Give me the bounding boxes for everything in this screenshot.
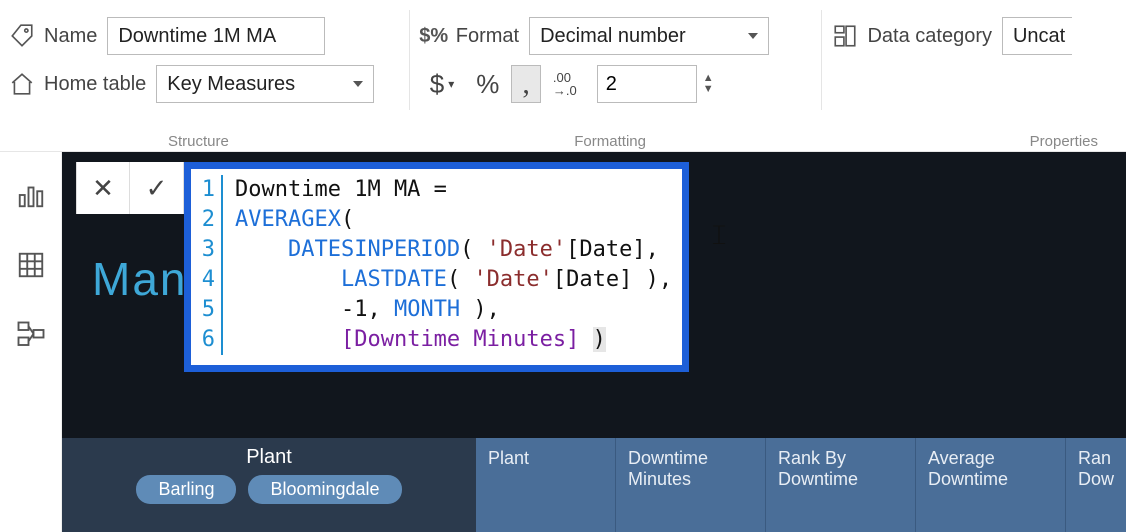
th-downtime-minutes[interactable]: Downtime Minutes — [616, 438, 766, 532]
decimals-down[interactable]: ▼ — [703, 84, 714, 95]
model-view-button[interactable] — [14, 318, 48, 352]
structure-group-label: Structure — [8, 133, 389, 150]
format-label: Format — [456, 25, 519, 48]
data-category-label: Data category — [867, 25, 992, 48]
slicer-title: Plant — [246, 444, 292, 475]
home-table-label: Home table — [44, 73, 146, 96]
thousands-button[interactable]: , — [511, 65, 541, 103]
formatting-group-label: Formatting — [420, 133, 801, 150]
th-rank[interactable]: Rank By Downtime — [766, 438, 916, 532]
table-header-row: Plant Downtime Minutes Rank By Downtime … — [476, 438, 1126, 532]
slicer-option-bloomingdale[interactable]: Bloomingdale — [248, 475, 401, 504]
format-select[interactable]: Decimal number — [529, 17, 769, 55]
category-icon — [831, 22, 859, 50]
tag-icon — [8, 22, 36, 50]
home-icon — [8, 70, 36, 98]
home-table-select[interactable]: Key Measures — [156, 65, 374, 103]
percent-button[interactable]: % — [466, 65, 509, 103]
decimal-shift-button[interactable]: .00→.0 — [543, 65, 587, 103]
th-rank-dow[interactable]: Ran Dow — [1066, 438, 1126, 532]
report-view-button[interactable] — [14, 178, 48, 212]
formula-commit-button[interactable]: ✓ — [130, 162, 184, 214]
text-cursor-icon: 𝙸 — [709, 220, 729, 252]
th-avg-downtime[interactable]: Average Downtime — [916, 438, 1066, 532]
format-symbol-icon: $% — [420, 22, 448, 50]
th-plant[interactable]: Plant — [476, 438, 616, 532]
formula-cancel-button[interactable]: ✕ — [76, 162, 130, 214]
plant-slicer[interactable]: Plant Barling Bloomingdale — [62, 438, 476, 532]
name-label: Name — [44, 25, 97, 48]
slicer-option-barling[interactable]: Barling — [136, 475, 236, 504]
data-category-select[interactable]: Uncat — [1002, 17, 1072, 55]
currency-button[interactable]: $▾ — [420, 65, 465, 103]
properties-group-label: Properties — [831, 133, 1098, 150]
data-view-button[interactable] — [14, 248, 48, 282]
decimals-input[interactable] — [597, 65, 697, 103]
formula-editor[interactable]: 1Downtime 1M MA = 2AVERAGEX( 3 DATESINPE… — [184, 162, 689, 372]
name-input[interactable]: Downtime 1M MA — [107, 17, 325, 55]
